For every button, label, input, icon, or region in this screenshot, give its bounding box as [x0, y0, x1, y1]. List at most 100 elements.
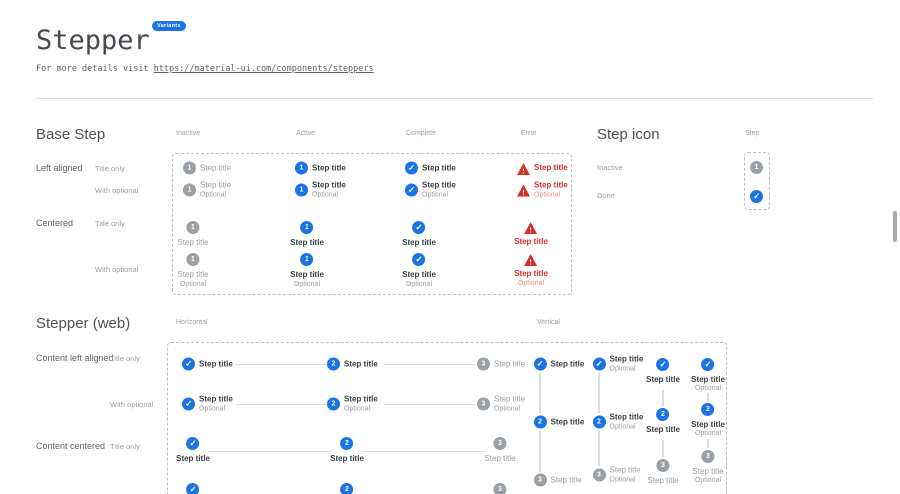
step-title: Step title	[176, 454, 210, 464]
step-item: Step titleOptional	[517, 181, 568, 200]
step-text: Step title	[330, 454, 364, 464]
step-text: Step titleOptional	[691, 375, 725, 394]
row-sublabel-with-optional: With optional	[95, 186, 138, 195]
step-connector	[236, 364, 326, 365]
step-optional-label: Optional	[312, 191, 346, 199]
step-number-circle: 1	[750, 161, 763, 174]
step-number-circle: 2	[327, 397, 340, 410]
step-title: Step title	[177, 270, 208, 280]
step-title: Step title	[691, 375, 725, 385]
step-text: Step title	[534, 163, 568, 173]
step-item: ✓Step title	[405, 162, 456, 175]
step-title: Step title	[551, 475, 582, 485]
step-item: ✓ Step title	[646, 358, 680, 385]
row-label-content-left-aligned: Content left aligned	[36, 353, 114, 363]
step-title: Step title	[199, 395, 233, 405]
step-text: Step titleOptional	[691, 420, 725, 439]
column-label-complete: Complete	[406, 130, 436, 137]
step-title: Step title	[514, 269, 548, 279]
step-text: Step titleOptional	[312, 181, 346, 200]
step-item: 1Step titleOptional	[295, 181, 346, 200]
step-optional-label: Optional	[199, 405, 233, 413]
section-heading-stepper-web: Stepper (web)	[36, 315, 130, 332]
step-title: Step title	[691, 420, 725, 430]
step-title: Step title	[494, 395, 525, 405]
step-error-icon	[517, 184, 530, 196]
step-connector	[598, 431, 600, 466]
step-item: 2 Step title	[646, 408, 680, 435]
step-connector	[662, 440, 664, 457]
step-optional-label: Optional	[344, 405, 378, 413]
step-item: ✓Step titleOptional	[593, 355, 644, 374]
step-number-circle: 2	[341, 437, 354, 450]
step-check-icon: ✓	[750, 190, 763, 203]
step-item: 2Step titleOptional	[330, 483, 364, 494]
variants-badge: Variants	[152, 21, 186, 31]
step-text: Step title	[177, 238, 208, 248]
step-item: 1Step titleOptional	[177, 253, 208, 289]
step-number-circle: 2	[534, 416, 547, 429]
step-title: Step title	[692, 467, 723, 477]
step-text: Step titleOptional	[610, 466, 641, 485]
step-number-circle: 3	[477, 397, 490, 410]
base-step-canvas	[172, 153, 572, 295]
step-number-circle: 3	[493, 483, 506, 494]
step-connector	[539, 431, 541, 472]
step-text: Step title	[551, 475, 582, 485]
subtitle-text: For more details visit	[36, 64, 149, 74]
step-number-circle: 1	[301, 221, 314, 234]
step-number-circle: 2	[702, 403, 715, 416]
step-text: Step titleOptional	[514, 269, 548, 288]
step-title: Step title	[290, 270, 324, 280]
step-check-icon: ✓	[657, 358, 670, 371]
step-number-circle: 2	[657, 408, 670, 421]
column-label-step: Step	[745, 130, 759, 137]
step-optional-label: Optional	[422, 191, 456, 199]
page-subtitle: For more details visit https://material-u…	[36, 64, 374, 74]
step-item: Step title	[517, 162, 568, 174]
step-text: Step titleOptional	[494, 395, 525, 414]
step-text: Step title	[484, 454, 515, 464]
step-connector	[362, 451, 485, 452]
step-error-icon	[525, 221, 538, 233]
step-title: Step title	[312, 163, 346, 173]
row-label-done: Done	[597, 191, 615, 200]
step-check-icon: ✓	[187, 483, 200, 494]
step-text: Step titleOptional	[402, 270, 436, 289]
scrollbar-thumb[interactable]	[893, 211, 897, 242]
step-check-icon: ✓	[413, 253, 426, 266]
column-label-error: Error	[521, 130, 537, 137]
step-text: Step title	[646, 425, 680, 435]
step-connector	[598, 373, 600, 413]
step-number-circle: 1	[183, 183, 196, 196]
step-optional-label: Optional	[695, 430, 721, 438]
step-icon-sample: ✓	[750, 190, 763, 203]
step-item: 2Step title	[534, 416, 585, 429]
row-sublabel-with-optional: With optional	[95, 265, 138, 274]
step-text: Step title	[199, 359, 233, 369]
step-text: Step title	[344, 359, 378, 369]
step-item: 1Step titleOptional	[290, 253, 324, 289]
material-ui-link[interactable]: https://material-ui.com/components/stepp…	[154, 64, 374, 74]
step-text: Step title	[312, 163, 346, 173]
step-title: Step title	[200, 163, 231, 173]
step-text: Step title	[422, 163, 456, 173]
step-number-circle: 3	[656, 459, 669, 472]
step-title: Step title	[422, 163, 456, 173]
step-number-circle: 1	[186, 221, 199, 234]
step-item: ✓Step titleOptional	[691, 358, 725, 394]
step-item: ✓Step titleOptional	[176, 483, 210, 494]
step-connector	[662, 390, 664, 406]
step-title: Step title	[402, 238, 436, 248]
step-title: Step title	[199, 359, 233, 369]
step-text: Step titleOptional	[344, 395, 378, 414]
step-title: Step title	[484, 454, 515, 464]
step-connector	[208, 451, 332, 452]
step-title: Step title	[312, 181, 346, 191]
step-item: 2 Step titleOptional	[691, 403, 725, 439]
step-optional-label: Optional	[695, 477, 721, 485]
step-title: Step title	[646, 375, 680, 385]
step-number-circle: 1	[186, 253, 199, 266]
step-title: Step title	[610, 355, 644, 365]
step-item: Step title	[514, 221, 548, 247]
